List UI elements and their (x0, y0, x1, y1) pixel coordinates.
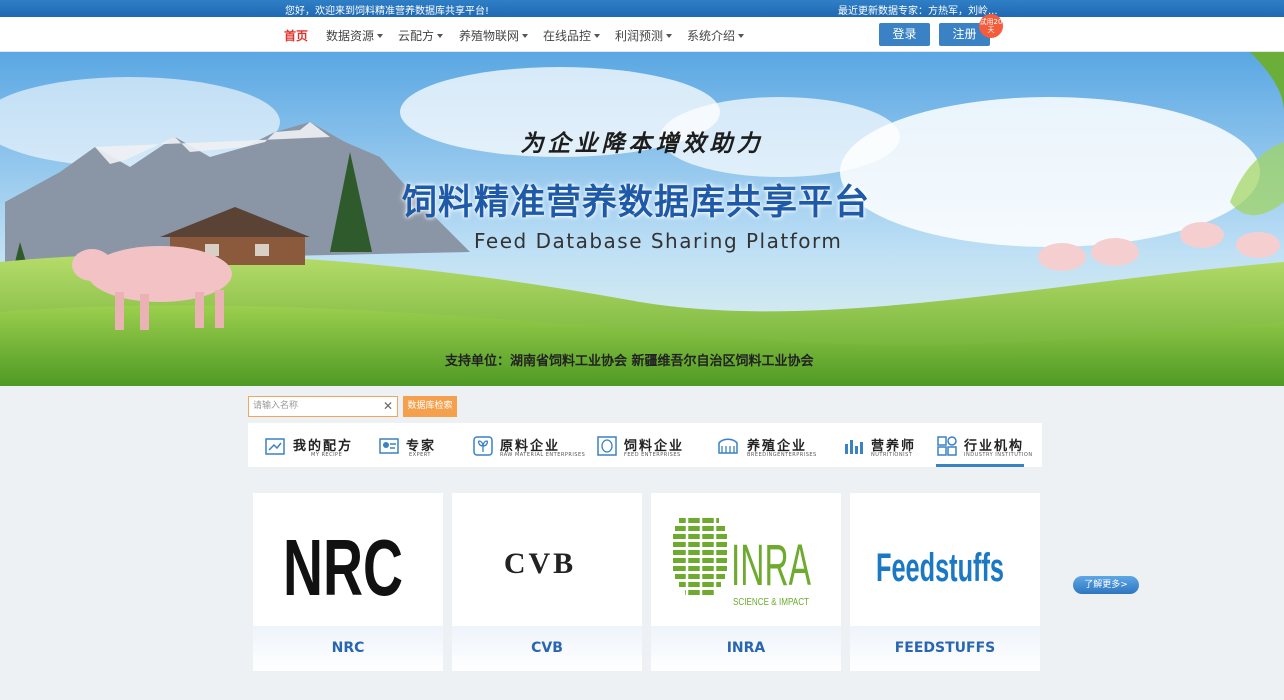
search-input[interactable]: 请输入名称 (248, 396, 398, 417)
breeding-icon (718, 438, 738, 454)
cvb-logo: CVB (504, 547, 576, 580)
tab-sublabel: EXPERT (409, 452, 431, 458)
nav-item-iot[interactable]: 养殖物联网 (459, 27, 529, 44)
nav-item-system-intro[interactable]: 系统介绍 (687, 27, 745, 44)
institution-card-inra[interactable]: INRA SCIENCE & IMPACT INRA (651, 493, 841, 671)
recipe-icon (265, 438, 285, 455)
tab-sublabel: RAW MATERIAL ENTERPRISES (500, 452, 586, 458)
inra-logo: INRA SCIENCE & IMPACT (673, 515, 811, 608)
tab-sublabel: BREEDINGENTERPRISES (747, 452, 817, 458)
login-button[interactable]: 登录 (879, 23, 930, 46)
nav-item-cloud-formula[interactable]: 云配方 (398, 27, 444, 44)
institution-card-feedstuffs[interactable]: Feedstuffs FEEDSTUFFS (850, 493, 1040, 671)
chevron-down-icon (594, 34, 601, 38)
raw-material-icon (473, 436, 493, 456)
tab-sublabel: FEED ENTERPRISES (624, 452, 681, 458)
card-label: NRC (253, 626, 443, 671)
banner-slogan: 为企业降本增效助力 (520, 130, 764, 157)
feedstuffs-logo-text: Feedstuffs (876, 546, 1004, 590)
category-tabs: 我的配方 MY RECIPE 专家 EXPERT 原料企业 RAW MATERI… (248, 423, 1042, 467)
trial-badge: 试用20天 (979, 14, 1003, 38)
chevron-down-icon (522, 34, 529, 38)
active-tab-indicator (936, 464, 1024, 467)
welcome-text: 您好，欢迎来到饲料精准营养数据库共享平台! (285, 6, 490, 17)
clear-icon[interactable]: ✕ (383, 399, 393, 413)
tab-raw-material[interactable]: 原料企业 RAW MATERIAL ENTERPRISES (472, 423, 585, 467)
tab-feed-enterprises[interactable]: 饲料企业 FEED ENTERPRISES (596, 423, 696, 467)
main-nav: 首页 数据资源 云配方 养殖物联网 在线品控 利润预测 系统介绍 登录 注册 试… (0, 14, 1284, 52)
chevron-down-icon (377, 34, 384, 38)
hero-banner: 为企业降本增效助力 饲料精准营养数据库共享平台 Feed Database Sh… (0, 52, 1284, 386)
tab-industry-institution[interactable]: 行业机构 INDUSTRY INSTITUTION (936, 423, 1042, 467)
nrc-logo: NRC (283, 523, 403, 612)
nav-item-quality-control[interactable]: 在线品控 (543, 27, 601, 44)
platform-english-title: Feed Database Sharing Platform (474, 229, 843, 253)
cvb-logo-text: CVB (504, 547, 576, 580)
inra-logo-subtext: SCIENCE & IMPACT (733, 597, 809, 608)
tab-nutritionist[interactable]: 营养师 NUTRITIONIST (842, 423, 932, 467)
inra-logo-text: INRA (731, 533, 811, 598)
chevron-down-icon (437, 34, 444, 38)
nav-item-home[interactable]: 首页 (284, 27, 308, 44)
nrc-logo-text: NRC (283, 523, 403, 612)
nav-item-data-resources[interactable]: 数据资源 (326, 27, 384, 44)
expert-icon (379, 438, 399, 454)
card-label: CVB (452, 626, 642, 671)
tab-expert[interactable]: 专家 EXPERT (378, 423, 458, 467)
recent-experts-text[interactable]: 最近更新数据专家：方热军，刘岭... (838, 2, 998, 17)
tab-sublabel: INDUSTRY INSTITUTION (964, 452, 1033, 458)
feed-icon (597, 436, 617, 456)
nav-item-profit-forecast[interactable]: 利润预测 (615, 27, 673, 44)
support-units: 支持单位：湖南省饲料工业协会 新疆维吾尔自治区饲料工业协会 (445, 354, 814, 369)
tab-sublabel: MY RECIPE (311, 452, 343, 458)
card-label: INRA (651, 626, 841, 671)
institution-card-cvb[interactable]: CVB CVB (452, 493, 642, 671)
tab-breeding-enterprises[interactable]: 养殖企业 BREEDINGENTERPRISES (717, 423, 817, 467)
tab-my-recipe[interactable]: 我的配方 MY RECIPE (264, 423, 364, 467)
top-bar: 您好，欢迎来到饲料精准营养数据库共享平台! 最近更新数据专家：方热军，刘岭... (0, 0, 1284, 17)
database-search-button[interactable]: 数据库检索 (403, 396, 457, 417)
institution-card-nrc[interactable]: NRC NRC (253, 493, 443, 671)
feedstuffs-logo: Feedstuffs (876, 546, 1004, 590)
card-label: FEEDSTUFFS (850, 626, 1040, 671)
learn-more-button[interactable]: 了解更多> (1073, 576, 1139, 594)
chevron-down-icon (666, 34, 673, 38)
tab-sublabel: NUTRITIONIST (871, 452, 913, 458)
nutritionist-icon (845, 440, 863, 454)
institution-icon (937, 436, 957, 456)
platform-title: 饲料精准营养数据库共享平台 (402, 183, 871, 223)
chevron-down-icon (738, 34, 745, 38)
